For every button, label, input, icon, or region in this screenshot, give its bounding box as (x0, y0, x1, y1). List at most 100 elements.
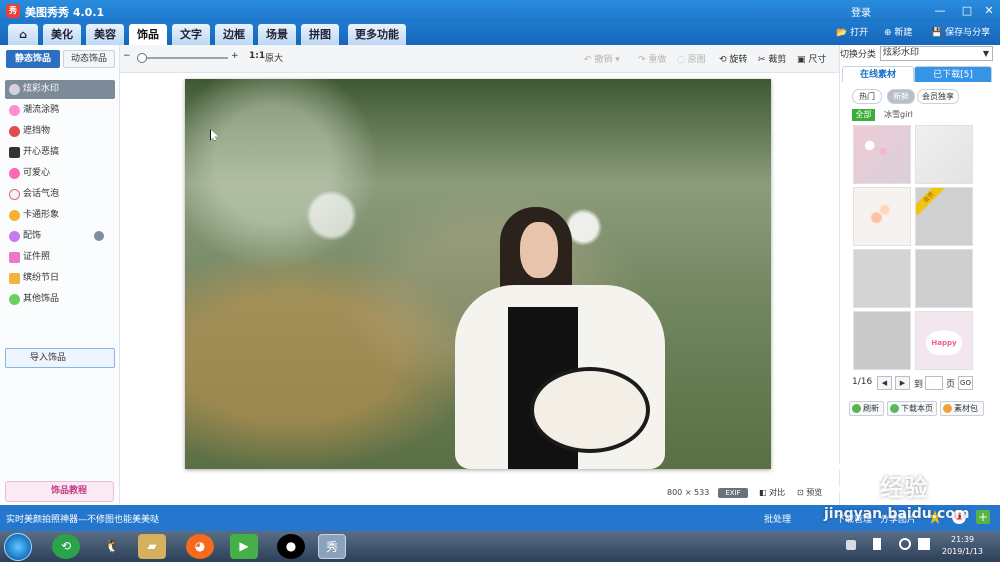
material-thumbnail[interactable]: Happy (915, 311, 973, 370)
baidu-watermark: 经验 jingyan.baidu.com (818, 452, 998, 532)
windows-taskbar: ⟲ 🐧 ▰ ◕ ▶ ● 秀 21:39 2019/1/13 (0, 531, 1000, 562)
redo-button[interactable]: ↷ 重做 (638, 52, 666, 65)
rotate-button[interactable]: ⟲ 旋转 (719, 52, 747, 65)
category-colorful-watermark[interactable]: 炫彩水印 (5, 80, 115, 99)
lips-icon (9, 105, 20, 116)
zoom-in-icon[interactable]: + (231, 51, 239, 61)
heart-icon (9, 168, 20, 179)
tab-text[interactable]: 文字 (172, 24, 210, 45)
open-button[interactable]: 📂 打开 (836, 25, 868, 38)
package-icon (943, 404, 952, 413)
reset-label: 原图 (687, 55, 706, 65)
compare-button[interactable]: ◧ 对比 (759, 487, 785, 498)
funny-icon (9, 147, 20, 158)
category-cartoon[interactable]: 卡通形象 (5, 206, 115, 225)
download-page-button[interactable]: 下载本页 (887, 401, 937, 416)
material-pack-button[interactable]: 素材包 (940, 401, 984, 416)
category-accessories[interactable]: 配饰 (5, 227, 115, 246)
material-thumbnail[interactable] (853, 249, 911, 308)
home-button[interactable]: ⌂ (8, 24, 38, 45)
restore-button[interactable]: □ (958, 3, 976, 19)
zoom-slider-track[interactable] (138, 57, 228, 59)
firefox-icon[interactable]: ◕ (186, 534, 214, 559)
filter-all[interactable]: 全部 (852, 109, 875, 121)
decoration-tutorial-button[interactable]: 饰品教程 (5, 481, 114, 502)
zoom-slider-handle[interactable] (137, 53, 147, 63)
login-link[interactable]: 登录 (851, 4, 871, 19)
category-festival[interactable]: 缤纷节日 (5, 269, 115, 288)
compare-label: 对比 (769, 488, 786, 497)
material-thumbnail[interactable] (853, 187, 911, 246)
go-button[interactable]: GO (958, 376, 973, 390)
status-message: 实时美颜拍照神器—不修图也能美美哒 (6, 515, 160, 525)
category-select[interactable]: 炫彩水印 ▼ (880, 46, 993, 61)
tab-beautify[interactable]: 美化 (43, 24, 81, 45)
category-label: 可爱心 (23, 168, 51, 178)
filter-ice-snow-girl[interactable]: 冰雪girl (884, 109, 913, 120)
close-button[interactable]: ✕ (980, 3, 998, 19)
minimize-button[interactable]: — (931, 3, 949, 19)
watermark-text: 经验 (880, 474, 928, 502)
previous-page-button[interactable]: ◀ (877, 376, 892, 390)
browser-icon[interactable]: ⟲ (52, 534, 80, 559)
material-thumbnail[interactable] (853, 125, 911, 184)
reset-button[interactable]: ◌ 原图 (677, 52, 706, 65)
meitu-taskbar-icon[interactable]: 秀 (318, 534, 346, 559)
next-page-button[interactable]: ▶ (895, 376, 910, 390)
tab-more-features[interactable]: 更多功能 (348, 24, 406, 45)
category-cover[interactable]: 遮挡物 (5, 122, 115, 141)
start-button[interactable] (4, 533, 32, 561)
undo-button[interactable]: ↶ 撤销 ▾ (584, 52, 620, 65)
new-button[interactable]: ⊕ 新建 (884, 25, 912, 38)
clock-date: 2019/1/13 (942, 547, 984, 556)
photo-preview[interactable] (185, 79, 771, 469)
ime-tray-icon[interactable] (918, 538, 930, 550)
size-button[interactable]: ▣ 尺寸 (797, 52, 826, 65)
save-share-button[interactable]: 💾 保存与分享 (931, 25, 990, 38)
tab-beauty[interactable]: 美容 (86, 24, 124, 45)
download-icon (890, 404, 899, 413)
network-tray-icon[interactable] (846, 540, 856, 550)
material-thumbnail[interactable] (853, 311, 911, 370)
filter-new[interactable]: 新鲜 (887, 89, 915, 104)
tab-scene[interactable]: 场景 (258, 24, 296, 45)
batch-process-button[interactable]: 批处理 (764, 512, 791, 525)
zoom-out-icon[interactable]: − (123, 51, 131, 61)
material-thumbnail[interactable]: 会员 (915, 187, 973, 246)
tab-downloaded[interactable]: 已下载[5] (914, 66, 992, 82)
category-other[interactable]: 其他饰品 (5, 290, 115, 309)
category-cute-heart[interactable]: 可爱心 (5, 164, 115, 183)
volume-tray-icon[interactable] (899, 538, 911, 550)
tab-collage[interactable]: 拼图 (301, 24, 339, 45)
qq-icon[interactable]: 🐧 (98, 534, 126, 559)
recorder-icon[interactable]: ● (277, 534, 305, 559)
filter-hot[interactable]: 热门 (852, 89, 882, 104)
paw-logo-icon (833, 456, 883, 500)
category-funny[interactable]: 开心恶搞 (5, 143, 115, 162)
material-thumbnail[interactable] (915, 249, 973, 308)
tab-online-materials[interactable]: 在线素材 (842, 66, 914, 82)
category-graffiti[interactable]: 潮流涂鸦 (5, 101, 115, 120)
exif-button[interactable]: EXIF (718, 488, 748, 498)
category-id-photo[interactable]: 证件照 (5, 248, 115, 267)
media-player-icon[interactable]: ▶ (230, 534, 258, 559)
folder-icon[interactable]: ▰ (138, 534, 166, 559)
tab-frame[interactable]: 边框 (215, 24, 253, 45)
category-speech-bubble[interactable]: 会话气泡 (5, 185, 115, 204)
speech-bubble-icon (9, 189, 20, 200)
download-page-label: 下载本页 (901, 404, 933, 413)
tab-static-decorations[interactable]: 静态饰品 (6, 50, 60, 68)
gift-icon (9, 273, 20, 284)
material-thumbnail[interactable] (915, 125, 973, 184)
flag-tray-icon[interactable] (873, 538, 881, 550)
zoom-ratio-button[interactable]: 1:1 (249, 51, 265, 61)
original-size-button[interactable]: 原大 (265, 51, 283, 64)
page-number-input[interactable] (925, 376, 943, 390)
filter-member[interactable]: 会员独享 (917, 89, 959, 104)
chevron-down-icon: ▼ (982, 49, 989, 58)
tab-decorations[interactable]: 饰品 (129, 24, 167, 46)
import-decorations-button[interactable]: 导入饰品 (5, 348, 115, 368)
crop-button[interactable]: ✂ 裁剪 (758, 52, 786, 65)
refresh-button[interactable]: 刷新 (849, 401, 884, 416)
tab-dynamic-decorations[interactable]: 动态饰品 (63, 50, 115, 68)
